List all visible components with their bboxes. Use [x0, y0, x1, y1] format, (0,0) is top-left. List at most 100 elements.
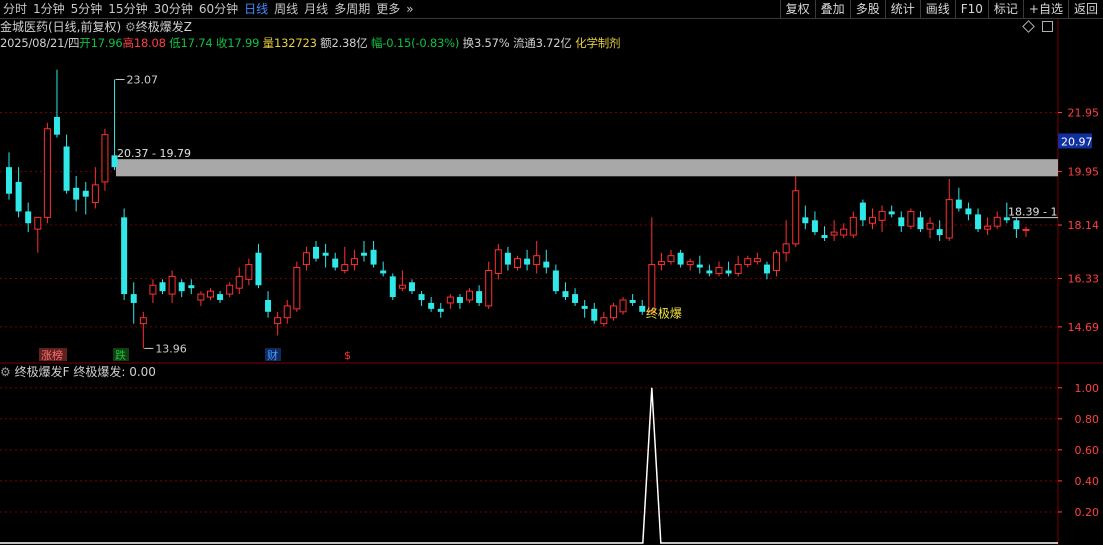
tab-daily[interactable]: 日线: [241, 0, 271, 18]
fq-button[interactable]: 复权: [780, 0, 815, 18]
candle-body: [265, 300, 271, 312]
back-button[interactable]: 返回: [1068, 0, 1103, 18]
candle-body: [601, 318, 607, 324]
amount-label: 额: [320, 36, 331, 50]
signal-label: 终极爆: [646, 305, 682, 320]
stock-name[interactable]: 金城医药(日线,前复权): [0, 20, 121, 34]
y-tick-label: 14.69: [1068, 321, 1100, 334]
candle-body: [869, 217, 875, 223]
candle-body: [294, 268, 300, 309]
tab-1min[interactable]: 1分钟: [30, 0, 68, 18]
candle-body: [706, 270, 712, 273]
candle-body: [985, 226, 991, 229]
candle-body: [447, 297, 453, 303]
tab-15min[interactable]: 15分钟: [105, 0, 150, 18]
tab-weekly[interactable]: 周线: [271, 0, 301, 18]
overlay-button[interactable]: 叠加: [815, 0, 850, 18]
candle-body: [476, 291, 482, 303]
kline-chart[interactable]: 21.9519.9518.1416.3314.6920.37 - 19.7923…: [0, 0, 1103, 545]
candle-body: [917, 217, 923, 229]
add-watchlist-button[interactable]: +自选: [1023, 0, 1068, 18]
candle-body: [380, 270, 386, 273]
tab-60min[interactable]: 60分钟: [196, 0, 241, 18]
sector-tag[interactable]: 化学制剂: [575, 36, 620, 50]
indicator-panel-title[interactable]: 终极爆发F: [15, 365, 70, 379]
event-marker-bg: [39, 348, 67, 361]
candle-body: [246, 265, 252, 280]
tab-30min[interactable]: 30分钟: [151, 0, 196, 18]
tab-intraday[interactable]: 分时: [0, 0, 30, 18]
candle-body: [150, 285, 156, 294]
y-tick-label: 19.95: [1068, 166, 1100, 179]
diamond-icon[interactable]: [1022, 20, 1035, 33]
candle-body: [505, 253, 511, 265]
more-chevron-icon[interactable]: »: [403, 0, 416, 18]
candle-body: [630, 300, 636, 303]
candle-body: [342, 265, 348, 271]
mark-button[interactable]: 标记: [988, 0, 1023, 18]
candle-body: [524, 259, 530, 265]
candle-body: [534, 256, 540, 265]
candle-body: [515, 259, 521, 268]
settings-icon[interactable]: ⚙: [0, 365, 11, 379]
candle-body: [131, 294, 137, 303]
event-marker: 财: [267, 348, 278, 362]
candle-body: [495, 250, 501, 274]
candle-body: [207, 291, 213, 297]
tab-more[interactable]: 更多: [373, 0, 403, 18]
tab-monthly[interactable]: 月线: [301, 0, 331, 18]
candle-body: [121, 217, 127, 294]
indicator-y-tick-label: 0.80: [1075, 413, 1100, 426]
candle-body: [188, 285, 194, 288]
candle-body: [562, 291, 568, 297]
tool-buttons: 复权叠加多股统计画线F10标记+自选返回: [780, 0, 1103, 18]
candle-body: [822, 235, 828, 238]
candle-body: [255, 253, 261, 285]
high-label: 高: [123, 36, 134, 50]
candle-body: [850, 217, 856, 235]
draw-line-button[interactable]: 画线: [920, 0, 955, 18]
tab-5min[interactable]: 5分钟: [68, 0, 106, 18]
candle-body: [908, 211, 914, 226]
price-tag-label: 20.97: [1061, 135, 1093, 148]
candle-body: [217, 294, 223, 300]
candle-body: [313, 247, 319, 259]
candle-body: [54, 117, 60, 135]
candle-body: [610, 306, 616, 318]
candle-body: [591, 309, 597, 321]
f10-button[interactable]: F10: [955, 0, 988, 18]
candle-body: [572, 294, 578, 303]
close-label: 收: [216, 36, 227, 50]
float-value: 3.72亿: [536, 36, 572, 50]
indicator-header: ⚙ 终极爆发F 终极爆发: 0.00: [0, 364, 156, 380]
open-label: 开: [79, 36, 90, 50]
candle-body: [323, 253, 329, 256]
low-label: 低: [169, 36, 180, 50]
candle-body: [927, 223, 933, 229]
candle-body: [227, 285, 233, 294]
settings-icon[interactable]: ⚙: [125, 20, 136, 34]
window-icon[interactable]: [1042, 21, 1053, 32]
quote-date: 2025/08/21/四: [0, 36, 79, 50]
candle-body: [1004, 217, 1010, 220]
candle-body: [783, 244, 789, 253]
candle-body: [428, 303, 434, 309]
multi-stock-button[interactable]: 多股: [850, 0, 885, 18]
y-tick-label: 16.33: [1068, 272, 1100, 285]
candle-body: [658, 262, 664, 265]
candle-body: [399, 285, 405, 288]
candle-body: [6, 167, 12, 194]
event-marker-bg: [113, 348, 129, 361]
low-label: 13.96: [155, 342, 187, 355]
candle-body: [371, 250, 377, 265]
candle-body: [994, 217, 1000, 226]
candle-body: [831, 232, 837, 235]
indicator-name[interactable]: 终极爆发Z: [136, 20, 192, 34]
candle-body: [64, 146, 70, 190]
stats-button[interactable]: 统计: [885, 0, 920, 18]
candle-body: [956, 200, 962, 209]
candle-body: [275, 318, 281, 324]
candle-body: [438, 309, 444, 312]
tab-multiperiod[interactable]: 多周期: [331, 0, 373, 18]
event-marker-bg: [265, 348, 281, 361]
